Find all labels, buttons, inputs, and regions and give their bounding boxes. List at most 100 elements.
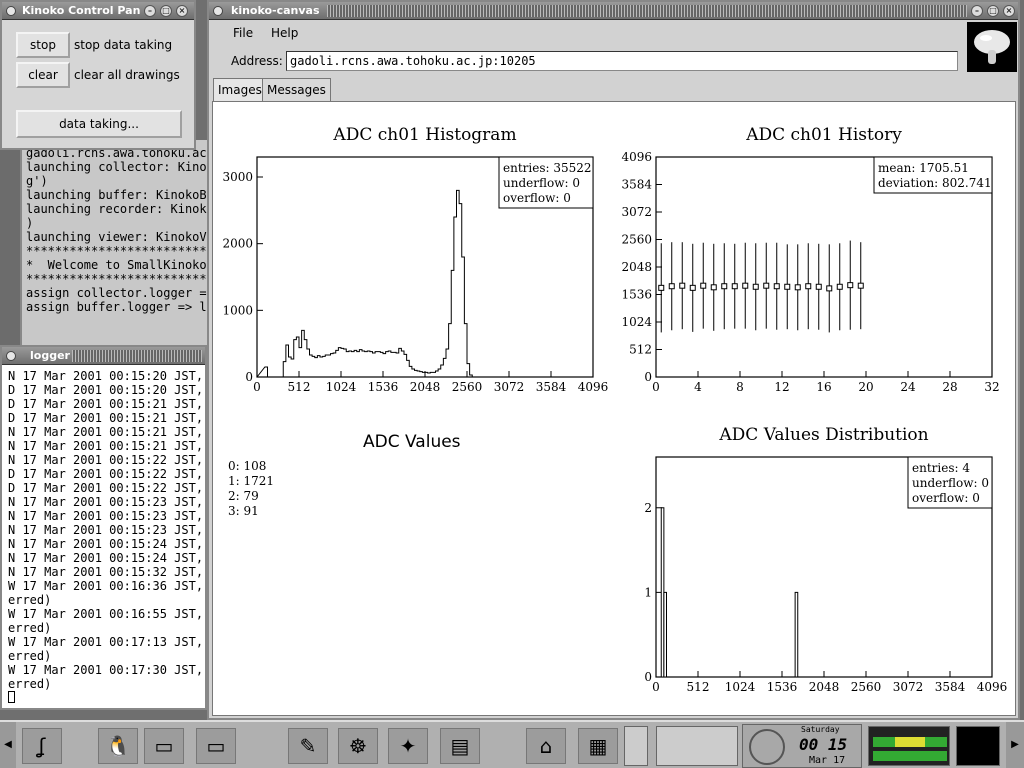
logger-line: W 17 Mar 2001 00:17:30 JST,	[8, 663, 204, 677]
mean-point	[721, 283, 728, 290]
histogram-bin	[333, 353, 336, 377]
window-menu-icon[interactable]	[6, 351, 16, 361]
adc-values-list: 0: 108 1: 1721 2: 79 3: 91	[228, 459, 274, 519]
menu-file[interactable]: File	[233, 26, 253, 40]
histogram-line	[256, 189, 475, 378]
histogram-bin	[433, 372, 436, 377]
desk-guide[interactable]	[656, 726, 738, 766]
histogram-bin	[373, 353, 376, 377]
book-icon[interactable]: ▤	[440, 728, 480, 764]
histogram-bin	[289, 357, 292, 377]
mean-point	[731, 283, 738, 290]
y-tick-label: 1	[644, 585, 652, 599]
clear-description: clear all drawings	[74, 68, 180, 82]
logger-line: N 17 Mar 2001 00:15:24 JST,	[8, 537, 204, 551]
clear-button[interactable]: clear	[16, 62, 70, 88]
y-tick-label: 0	[245, 370, 253, 384]
window-menu-icon[interactable]	[213, 6, 223, 16]
helm-icon[interactable]: ☸	[338, 728, 378, 764]
logger-line: erred)	[8, 621, 52, 635]
console-line: **************************	[26, 244, 214, 258]
x-tick-label: 0	[652, 680, 660, 694]
stop-description: stop data taking	[74, 38, 173, 52]
mean-point	[794, 284, 801, 291]
histogram-bin	[359, 350, 362, 377]
histogram-bin	[317, 356, 320, 377]
x-tick-label: 2048	[410, 380, 441, 394]
histogram-bin	[325, 355, 328, 377]
console-line: launching buffer: KinokoBu	[26, 188, 214, 202]
clock-applet[interactable]: Saturday 00 15 Mar 17	[742, 724, 862, 768]
mean-point	[679, 282, 686, 289]
histogram-bin	[394, 352, 397, 377]
histogram-bin	[291, 359, 294, 377]
mean-point	[742, 282, 749, 289]
tab-messages[interactable]: Messages	[262, 78, 331, 101]
adc-value: 2: 79	[228, 489, 259, 503]
histogram-bin	[378, 352, 381, 377]
monitor-icon[interactable]: ▦	[578, 728, 618, 764]
plots-svg: ADC ch01 Histogram0 512 1024 1536 2048 2560 30…	[222, 125, 1007, 694]
mean-point	[847, 282, 854, 289]
window-menu-icon[interactable]	[6, 6, 16, 16]
chart-title: ADC ch01 Histogram	[332, 125, 516, 145]
histogram-bin	[336, 350, 339, 377]
logger-line: W 17 Mar 2001 00:17:13 JST,	[8, 635, 204, 649]
y-tick-label: 2560	[621, 233, 652, 247]
toolbox-icon[interactable]: ⌂	[526, 728, 566, 764]
data-taking-button[interactable]: data taking...	[16, 110, 182, 138]
canvas-titlebar[interactable]: kinoko-canvas – □ ×	[209, 2, 1018, 20]
address-input[interactable]: gadoli.rcns.awa.tohoku.ac.jp:10205	[286, 51, 958, 71]
maximize-icon[interactable]: □	[987, 5, 999, 17]
console-line: * Welcome to SmallKinoko	[26, 258, 207, 272]
scroll-right-icon[interactable]: ▶	[1006, 722, 1024, 768]
console-text-area[interactable]: gadoli.rcns.awa.tohoku.ac launching colle…	[20, 140, 214, 345]
stop-button[interactable]: stop	[16, 32, 70, 58]
x-tick-label: 2560	[452, 380, 483, 394]
cpu-load-meter	[868, 726, 950, 766]
terminal-icon[interactable]: ▭	[144, 728, 184, 764]
x-tick-label: 4	[694, 380, 702, 394]
logger-titlebar[interactable]: logger	[2, 347, 205, 365]
control-panel-titlebar[interactable]: Kinoko Control Pan – □ ×	[2, 2, 194, 20]
terminal-foot-icon[interactable]: ▭	[196, 728, 236, 764]
menu-help[interactable]: Help	[271, 26, 298, 40]
x-tick-label: 512	[687, 680, 710, 694]
logger-line: N 17 Mar 2001 00:15:23 JST,	[8, 523, 204, 537]
mean-point	[668, 283, 675, 290]
histogram-bin	[428, 373, 431, 377]
console-line: assign buffer.logger => lo	[26, 300, 214, 314]
close-icon[interactable]: ×	[176, 5, 188, 17]
mean-point	[752, 283, 759, 290]
maximize-icon[interactable]: □	[160, 5, 172, 17]
histogram-bin	[344, 349, 347, 377]
pager-widget[interactable]	[624, 726, 648, 766]
minimize-icon[interactable]: –	[971, 5, 983, 17]
logger-line: N 17 Mar 2001 00:15:22 JST,	[8, 453, 204, 467]
mean-point	[836, 283, 843, 290]
window-title: Kinoko Control Pan	[22, 4, 141, 17]
monitor-applet	[956, 726, 1000, 766]
scroll-left-icon[interactable]: ◀	[0, 722, 16, 768]
gimp-icon[interactable]: ✦	[388, 728, 428, 764]
terminal-penguin-icon[interactable]: 🐧	[98, 728, 138, 764]
control-panel-window: Kinoko Control Pan – □ × stop stop data …	[0, 0, 196, 150]
adc-value: 1: 1721	[228, 474, 275, 488]
window-title: logger	[30, 349, 70, 362]
console-window[interactable]: gadoli.rcns.awa.tohoku.ac launching colle…	[0, 140, 214, 345]
stats-underflow: underflow: 0	[912, 476, 989, 490]
x-tick-label: 2048	[809, 680, 840, 694]
histogram-bin	[312, 356, 315, 377]
adc-value: 0: 108	[228, 459, 267, 473]
close-icon[interactable]: ×	[1003, 5, 1015, 17]
notepad-icon[interactable]: ✎	[288, 728, 328, 764]
clock-date: Mar 17	[809, 755, 846, 766]
clock-time: 00 15	[799, 735, 848, 754]
tab-images[interactable]: Images	[213, 78, 267, 101]
canvas-plot-area[interactable]: ADC ch01 Histogram 0 512 1024 1536 2048 2560 30…	[212, 101, 1016, 716]
histogram-bin	[401, 351, 404, 377]
minimize-icon[interactable]: –	[144, 5, 156, 17]
histogram-bin	[315, 358, 318, 377]
gnome-foot-icon[interactable]: ʆ	[22, 728, 62, 764]
histogram-bin	[367, 351, 370, 377]
